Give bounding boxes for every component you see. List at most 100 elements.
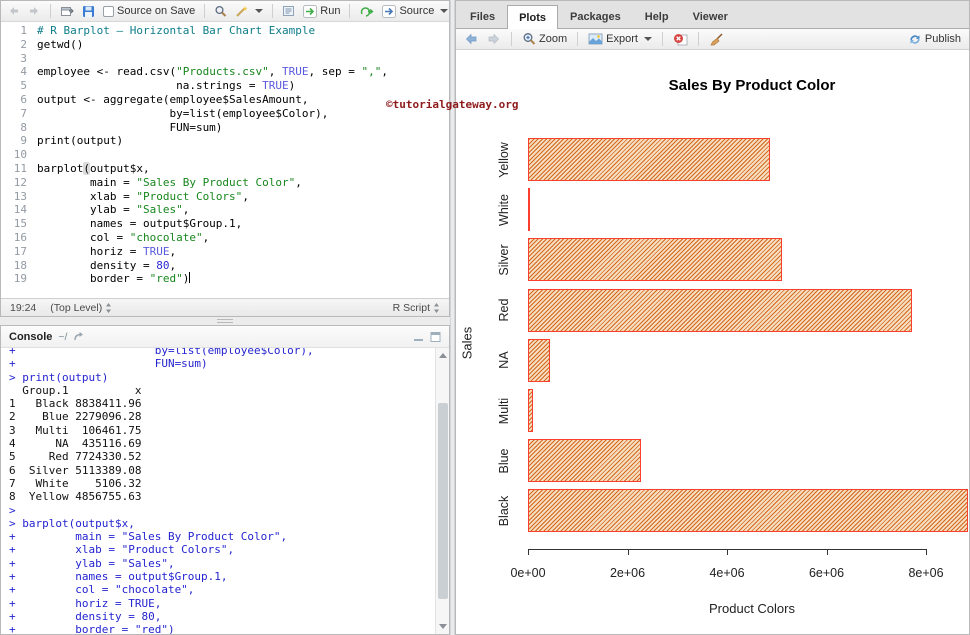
- tab-help[interactable]: Help: [633, 4, 681, 28]
- rerun-icon[interactable]: [357, 4, 376, 19]
- code-line: 15 names = output$Group.1,: [1, 217, 449, 231]
- tab-files[interactable]: Files: [458, 4, 507, 28]
- line-number: 12: [1, 176, 37, 190]
- code-token: output$x,: [90, 162, 150, 175]
- category-label-blue: Blue: [497, 448, 511, 473]
- console-scrollbar[interactable]: [435, 348, 449, 634]
- remove-plot-icon[interactable]: [671, 32, 690, 47]
- line-number: 3: [1, 52, 37, 66]
- line-number: 5: [1, 79, 37, 93]
- code-text: density = 80,: [37, 259, 176, 273]
- file-type-selector[interactable]: R Script: [393, 302, 440, 314]
- publish-button[interactable]: Publish: [906, 32, 963, 47]
- code-token: xlab =: [37, 190, 136, 203]
- cursor-position: 19:24: [10, 302, 36, 314]
- tab-packages[interactable]: Packages: [558, 4, 633, 28]
- export-image-icon: [588, 33, 603, 45]
- splitter-grip: [217, 319, 233, 323]
- checkbox[interactable]: [103, 6, 114, 17]
- report-icon[interactable]: [280, 4, 297, 18]
- history-jump-icon[interactable]: [73, 331, 86, 342]
- code-token: ",": [362, 65, 382, 78]
- toolbar-separator: [577, 32, 578, 46]
- console-body[interactable]: + by=list(employee$Color),+ FUN=sum)> pr…: [1, 348, 449, 634]
- code-text: getwd(): [37, 38, 83, 52]
- console-line: + density = 80,: [9, 610, 433, 623]
- code-line: 13 xlab = "Product Colors",: [1, 190, 449, 204]
- search-icon[interactable]: [212, 4, 229, 19]
- code-line: 8 FUN=sum): [1, 121, 449, 135]
- chart-title: Sales By Product Color: [669, 77, 836, 94]
- code-text: FUN=sum): [37, 121, 222, 135]
- line-number: 7: [1, 107, 37, 121]
- tab-plots[interactable]: Plots: [507, 5, 558, 29]
- pane-splitter-horizontal[interactable]: [0, 317, 450, 325]
- scrollbar-thumb[interactable]: [438, 403, 448, 599]
- code-line: 16 col = "chocolate",: [1, 231, 449, 245]
- toolbar-separator: [349, 4, 350, 18]
- sort-arrows: [433, 303, 440, 313]
- editor-toolbar: Source on Save Run: [1, 1, 449, 22]
- console-line: + by=list(employee$Color),: [9, 348, 433, 357]
- scope-selector[interactable]: (Top Level): [50, 302, 112, 314]
- code-token: employee <- read.csv(: [37, 65, 176, 78]
- back-icon[interactable]: [5, 4, 22, 18]
- category-label-multi: Multi: [497, 397, 511, 423]
- bar-black: [528, 489, 968, 532]
- maximize-icon[interactable]: [430, 332, 441, 342]
- open-new-window-icon[interactable]: [58, 4, 76, 18]
- console-line: + ylab = "Sales",: [9, 557, 433, 570]
- toolbar-separator: [50, 4, 51, 18]
- scroll-down-icon[interactable]: [439, 624, 447, 630]
- console-line: >: [9, 504, 433, 517]
- console-output: + by=list(employee$Color),+ FUN=sum)> pr…: [9, 348, 433, 634]
- code-text: horiz = TRUE,: [37, 245, 176, 259]
- chart-x-axis-label: Product Colors: [709, 601, 795, 616]
- magic-wand-icon[interactable]: [233, 4, 265, 19]
- save-icon[interactable]: [80, 4, 97, 19]
- console-line: 6 Silver 5113389.08: [9, 464, 433, 477]
- source-button[interactable]: Source: [380, 4, 450, 19]
- console-header: Console ~/: [1, 326, 449, 348]
- dropdown-caret: [644, 37, 652, 41]
- minimize-icon[interactable]: [413, 332, 424, 342]
- x-axis-tick: [528, 549, 529, 555]
- x-axis-tick: [628, 549, 629, 555]
- code-token: TRUE: [262, 79, 289, 92]
- code-token: , sep =: [309, 65, 362, 78]
- console-line: Group.1 x: [9, 384, 433, 397]
- line-number: 16: [1, 231, 37, 245]
- x-tick-label: 6e+06: [809, 566, 844, 580]
- code-line: 9print(output): [1, 134, 449, 148]
- run-button[interactable]: Run: [301, 4, 342, 19]
- code-token: ,: [183, 203, 190, 216]
- code-token: border =: [37, 272, 150, 285]
- working-directory: ~/: [58, 331, 67, 343]
- console-tab-label[interactable]: Console: [9, 331, 52, 343]
- x-axis-tick: [727, 549, 728, 555]
- scroll-up-icon[interactable]: [439, 352, 447, 358]
- back-icon[interactable]: [462, 32, 480, 46]
- x-tick-label: 8e+06: [908, 566, 943, 580]
- forward-icon[interactable]: [485, 32, 503, 46]
- line-number: 13: [1, 190, 37, 204]
- code-line: 18 density = 80,: [1, 259, 449, 273]
- code-token: barplot: [37, 162, 83, 175]
- x-tick-label: 4e+06: [709, 566, 744, 580]
- dropdown-caret: [255, 9, 263, 13]
- tab-viewer[interactable]: Viewer: [681, 4, 740, 28]
- code-token: (: [83, 162, 90, 175]
- console-line: + xlab = "Product Colors",: [9, 543, 433, 556]
- clear-plots-icon[interactable]: [707, 32, 725, 47]
- code-token: col =: [37, 231, 130, 244]
- export-button[interactable]: Export: [586, 32, 654, 46]
- code-editor[interactable]: 1# R Barplot – Horizontal Bar Chart Exam…: [1, 22, 449, 298]
- console-line: 5 Red 7724330.52: [9, 450, 433, 463]
- forward-icon[interactable]: [26, 4, 43, 18]
- code-token: "Products.csv": [176, 65, 269, 78]
- source-on-save-checkbox[interactable]: Source on Save: [101, 4, 197, 18]
- line-number: 4: [1, 65, 37, 79]
- zoom-button[interactable]: Zoom: [520, 31, 569, 47]
- code-text: xlab = "Product Colors",: [37, 190, 249, 204]
- code-text: border = "red"): [37, 272, 190, 286]
